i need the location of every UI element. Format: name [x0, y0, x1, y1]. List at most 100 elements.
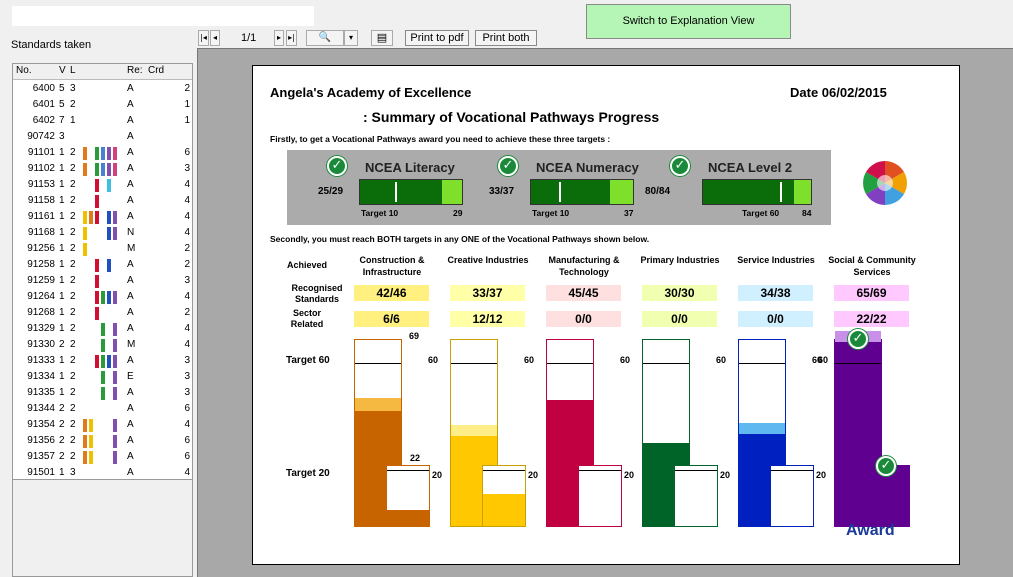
std-credits: 4	[184, 227, 190, 238]
std-credits: 6	[184, 147, 190, 158]
table-row[interactable]: 6401 5 2 A 1	[13, 97, 192, 113]
first-page-button[interactable]: |◂	[198, 30, 209, 46]
sector-column	[578, 465, 622, 527]
table-row[interactable]: 91268 1 2 A 2	[13, 305, 192, 321]
recognised-accent	[739, 423, 785, 434]
col-no[interactable]: No.	[16, 65, 32, 76]
std-version: 5	[59, 99, 65, 110]
std-number: 91258	[27, 259, 55, 270]
row-label-target60: Target 60	[286, 355, 330, 366]
table-row[interactable]: 91264 1 2 A 4	[13, 289, 192, 305]
std-result: A	[127, 195, 134, 206]
table-row[interactable]: 91256 1 2 M 2	[13, 241, 192, 257]
table-row[interactable]: 91334 1 2 E 3	[13, 369, 192, 385]
pathway-bar	[101, 163, 105, 176]
std-version: 2	[59, 451, 65, 462]
table-row[interactable]: 91356 2 2 A 6	[13, 433, 192, 449]
sector-column	[386, 465, 430, 527]
next-page-button[interactable]: ▸	[274, 30, 284, 46]
target-max: 84	[802, 208, 812, 218]
col-crd[interactable]: Crd	[148, 65, 164, 76]
school-name: Angela's Academy of Excellence	[270, 85, 472, 100]
col-v[interactable]: V	[59, 65, 66, 76]
table-row[interactable]: 91168 1 2 N 4	[13, 225, 192, 241]
target-20-line	[579, 470, 621, 471]
standards-label: Standards taken	[11, 39, 92, 51]
pathway-bar	[89, 451, 93, 464]
table-row[interactable]: 91259 1 2 A 3	[13, 273, 192, 289]
std-credits: 4	[184, 291, 190, 302]
pathway-bar	[113, 323, 117, 336]
pathway-bar	[95, 275, 99, 288]
std-number: 91101	[27, 147, 55, 158]
print-pdf-button[interactable]: Print to pdf	[405, 30, 469, 46]
std-credits: 2	[184, 307, 190, 318]
pathway-bar	[101, 355, 105, 368]
pathway-name: Construction & Infrastructure	[359, 255, 425, 277]
table-row[interactable]: 6402 7 1 A 1	[13, 113, 192, 129]
column-target: 60	[620, 355, 631, 365]
pathway-bar	[95, 147, 99, 160]
table-row[interactable]: 91329 1 2 A 4	[13, 321, 192, 337]
row-label-recognised: Recognised Standards	[291, 283, 343, 304]
table-row[interactable]: 91161 1 2 A 4	[13, 209, 192, 225]
table-row[interactable]: 91258 1 2 A 2	[13, 257, 192, 273]
column-max: 69	[409, 331, 420, 341]
std-result: A	[127, 419, 134, 430]
table-row[interactable]: 91354 2 2 A 4	[13, 417, 192, 433]
col-l[interactable]: L	[70, 65, 76, 76]
table-row[interactable]: 91102 1 2 A 3	[13, 161, 192, 177]
std-level: 2	[70, 179, 76, 190]
std-version: 1	[59, 355, 65, 366]
std-result: A	[127, 179, 134, 190]
table-row[interactable]: 91357 2 2 A 6	[13, 449, 192, 465]
target-60-line	[835, 363, 881, 364]
std-level: 2	[70, 147, 76, 158]
std-number: 91501	[27, 467, 55, 478]
std-result: A	[127, 211, 134, 222]
pathway-name: Creative Industries	[447, 255, 529, 265]
table-row[interactable]: 91158 1 2 A 4	[13, 193, 192, 209]
row-label-achieved: Achieved	[287, 260, 328, 270]
std-level: 2	[70, 435, 76, 446]
std-version: 1	[59, 371, 65, 382]
std-number: 6400	[32, 83, 55, 94]
std-credits: 6	[184, 403, 190, 414]
std-result: A	[127, 163, 134, 174]
print-both-button[interactable]: Print both	[475, 30, 537, 46]
zoom-icon[interactable]: 🔍	[306, 30, 344, 46]
printer-icon[interactable]: ▤	[371, 30, 393, 46]
sector-column	[674, 465, 718, 527]
last-page-button[interactable]: ▸|	[286, 30, 297, 46]
pathway-bar	[83, 451, 87, 464]
table-row[interactable]: 91344 2 2 A 6	[13, 401, 192, 417]
std-credits: 1	[184, 115, 190, 126]
table-row[interactable]: 90742 3 A	[13, 129, 192, 145]
std-number: 91102	[27, 163, 55, 174]
switch-view-button[interactable]: Switch to Explanation View	[586, 4, 791, 39]
report-title: : Summary of Vocational Pathways Progres…	[363, 109, 660, 125]
table-row[interactable]: 6400 5 3 A 2	[13, 81, 192, 97]
table-row[interactable]: 91333 1 2 A 3	[13, 353, 192, 369]
table-row[interactable]: 91101 1 2 A 6	[13, 145, 192, 161]
table-row[interactable]: 91335 1 2 A 3	[13, 385, 192, 401]
recognised-value: 33/37	[450, 285, 525, 301]
std-credits: 4	[184, 179, 190, 190]
zoom-dropdown[interactable]: ▾	[344, 30, 358, 46]
col-re[interactable]: Re:	[127, 65, 143, 76]
table-row[interactable]: 91501 1 3 A 4	[13, 465, 192, 479]
std-level: 2	[70, 211, 76, 222]
report-page: Angela's Academy of Excellence Date 06/0…	[252, 65, 960, 565]
std-credits: 4	[184, 211, 190, 222]
target-score: 25/29	[318, 186, 344, 197]
std-result: A	[127, 435, 134, 446]
prev-page-button[interactable]: ◂	[210, 30, 220, 46]
standards-list[interactable]: No. V L Re: Crd 6400 5 3 A 2 6401 5 2 A 1 6402 7 1 A 1…	[12, 63, 193, 480]
target-label: Target 10	[361, 208, 399, 218]
std-level: 3	[70, 83, 76, 94]
table-row[interactable]: 91153 1 2 A 4	[13, 177, 192, 193]
table-row[interactable]: 91330 2 2 M 4	[13, 337, 192, 353]
std-number: 91333	[27, 355, 55, 366]
sector-value: 22/22	[834, 311, 909, 327]
page-indicator: 1/1	[241, 32, 257, 44]
